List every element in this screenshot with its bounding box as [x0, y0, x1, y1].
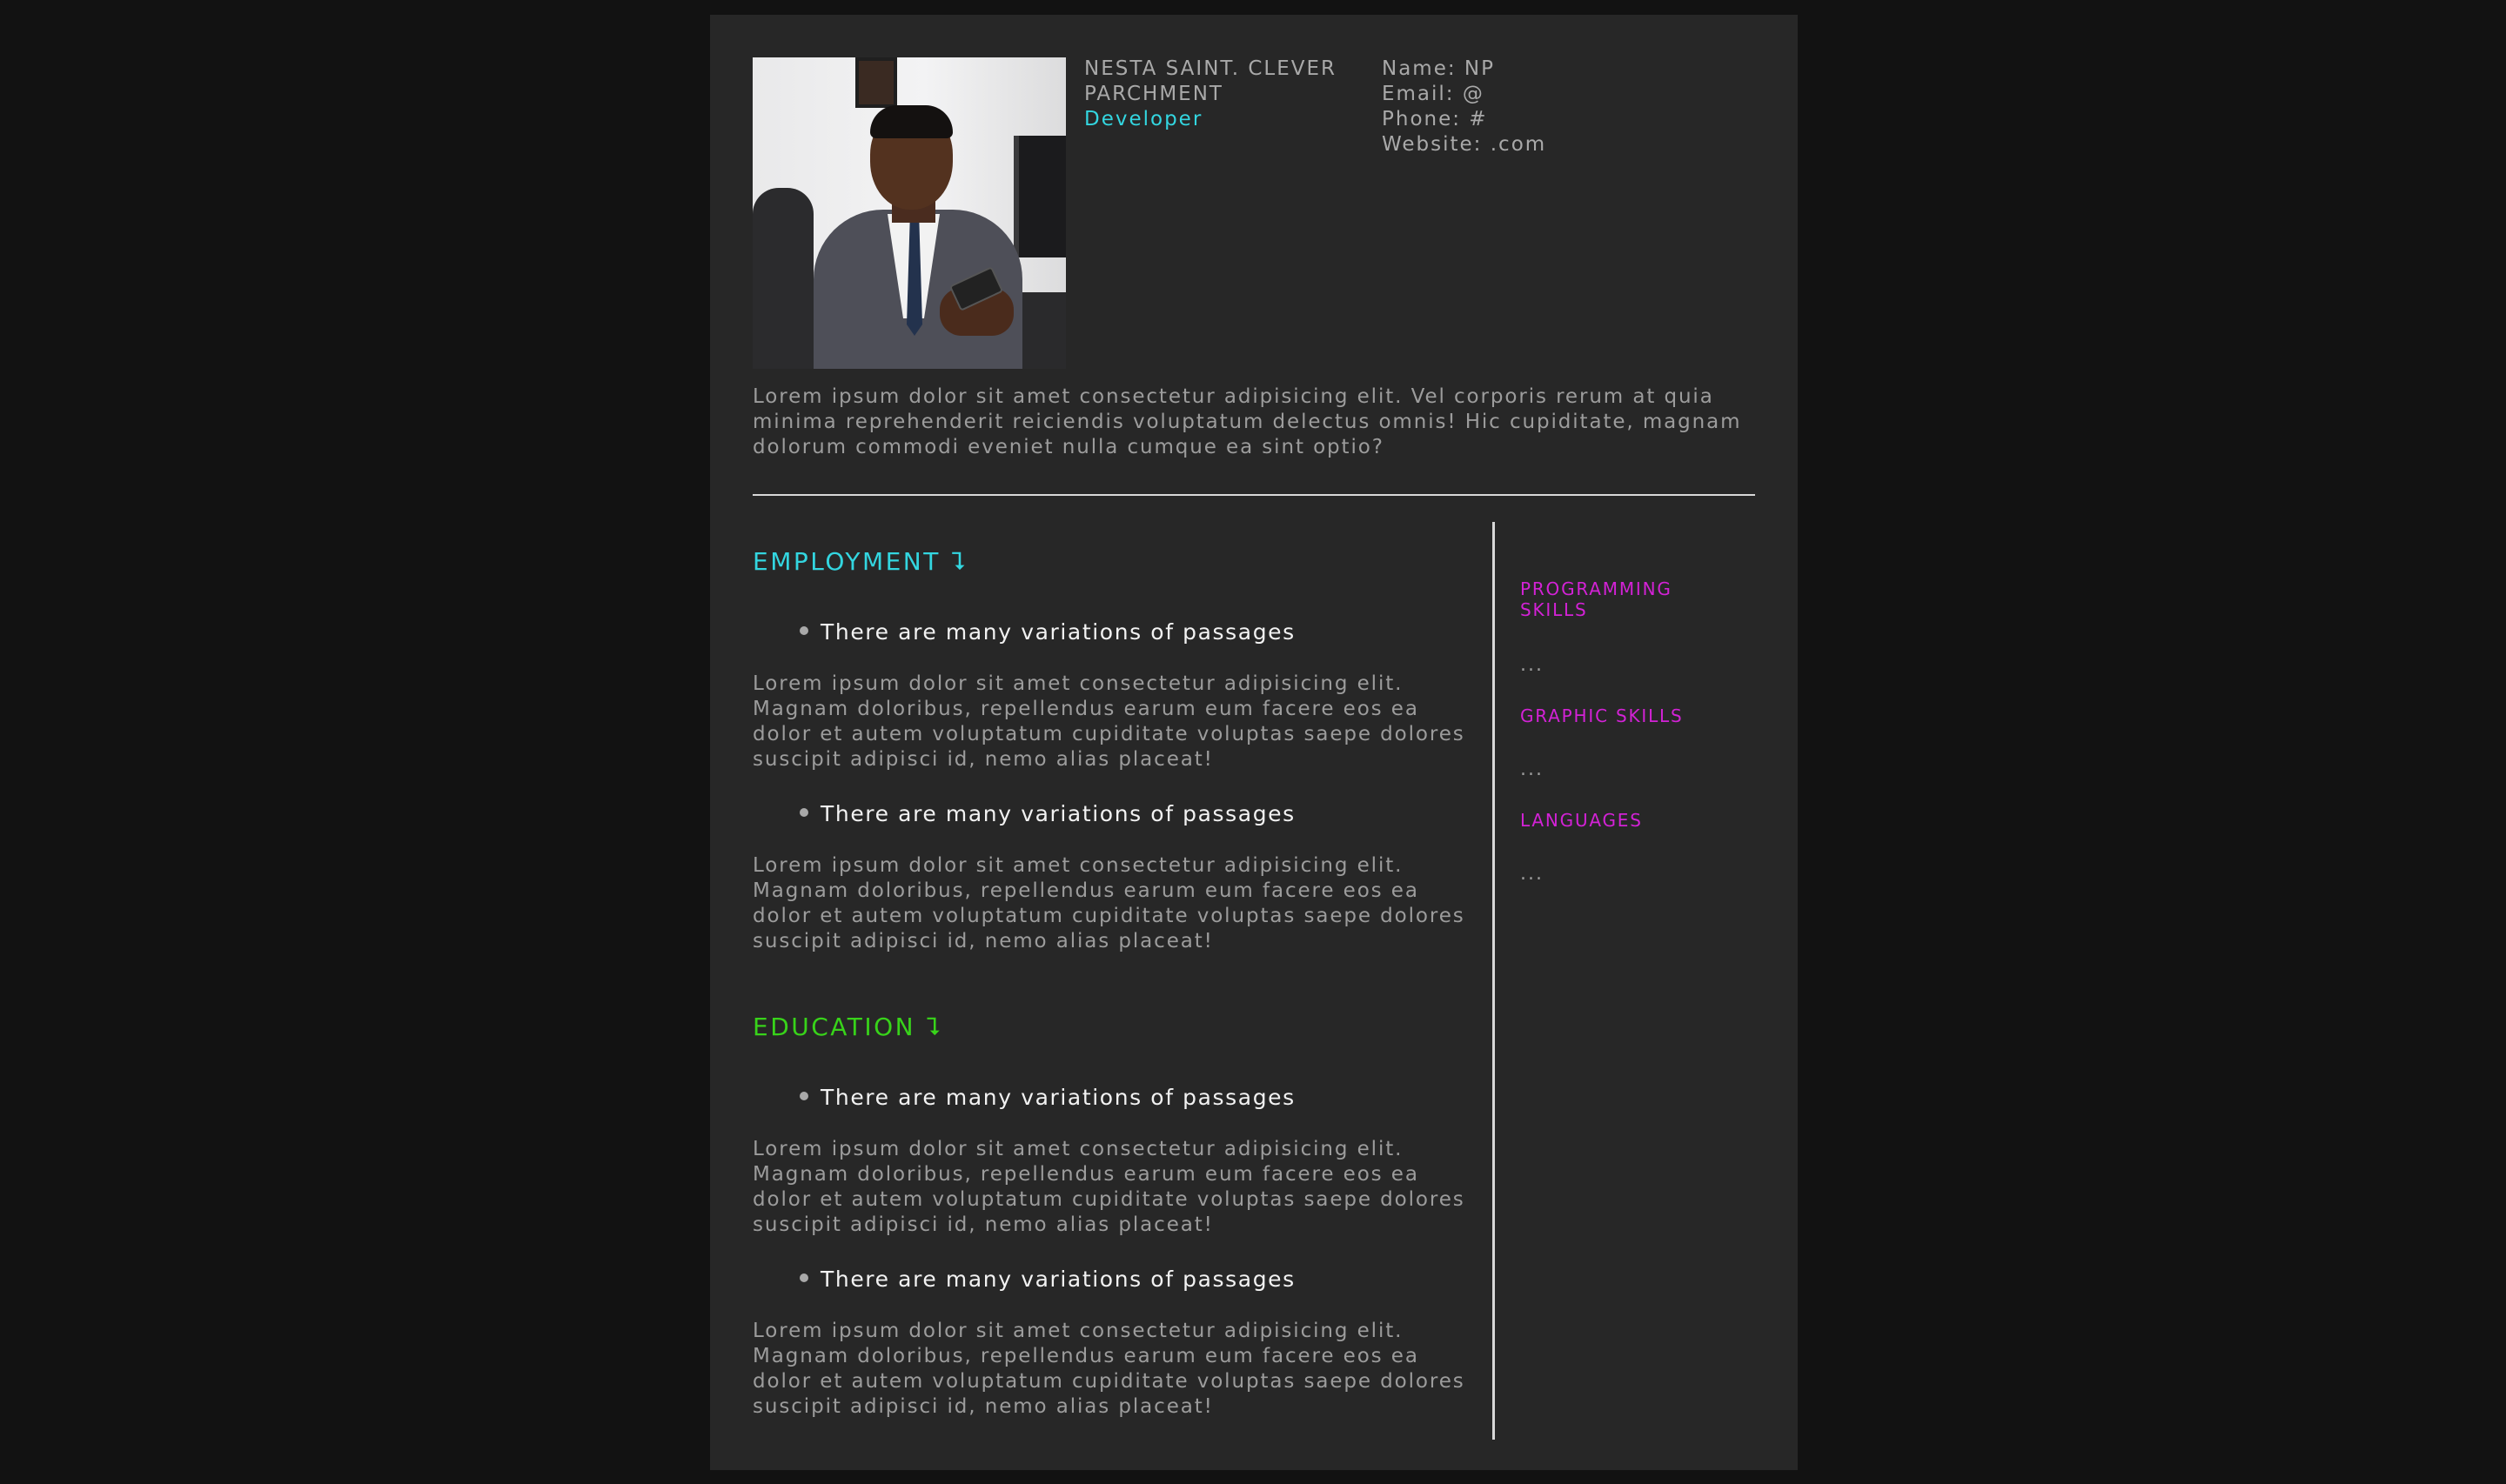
programming-skills-heading: PROGRAMMING SKILLS: [1520, 578, 1672, 620]
employment-item-body: Lorem ipsum dolor sit amet consectetur a…: [753, 854, 1465, 953]
arrow-down-right-icon: ⮧: [950, 547, 968, 576]
arrow-down-right-icon: ⮧: [926, 1013, 943, 1041]
employment-item-title: There are many variations of passages: [800, 801, 1296, 826]
contact-phone: Phone: #: [1382, 108, 1488, 130]
full-name-line-1: NESTA SAINT. CLEVER: [1084, 57, 1337, 80]
section-divider: [753, 494, 1755, 496]
graphic-skills-heading: GRAPHIC SKILLS: [1520, 705, 1684, 726]
employment-item-body: Lorem ipsum dolor sit amet consectetur a…: [753, 672, 1465, 771]
bullet-icon: [800, 1273, 808, 1282]
employment-heading-label: EMPLOYMENT: [753, 547, 941, 576]
bullet-icon: [800, 808, 808, 817]
education-heading-label: EDUCATION: [753, 1013, 916, 1041]
photo-background-monitor: [1014, 136, 1066, 257]
education-item-title-text: There are many variations of passages: [821, 1267, 1296, 1292]
photo-hair: [870, 105, 953, 138]
profile-summary: Lorem ipsum dolor sit amet consectetur a…: [753, 385, 1742, 458]
contact-website: Website: .com: [1382, 133, 1547, 156]
photo-chair: [753, 188, 814, 369]
employment-item-title-text: There are many variations of passages: [821, 619, 1296, 645]
employment-heading: EMPLOYMENT ⮧: [753, 547, 968, 577]
employment-item-title: There are many variations of passages: [800, 619, 1296, 645]
languages-value: ...: [1520, 863, 1544, 885]
photo-background-frame: [855, 57, 897, 108]
languages-heading: LANGUAGES: [1520, 810, 1643, 831]
programming-skills-value: ...: [1520, 654, 1544, 676]
contact-block: Name: NP Email: @ Phone: # Website: .com: [1382, 57, 1765, 157]
graphic-skills-value: ...: [1520, 759, 1544, 780]
bullet-icon: [800, 1092, 808, 1100]
bullet-icon: [800, 626, 808, 635]
education-item-title-text: There are many variations of passages: [821, 1085, 1296, 1110]
education-item-body: Lorem ipsum dolor sit amet consectetur a…: [753, 1138, 1465, 1236]
column-divider: [1492, 522, 1495, 1440]
education-heading: EDUCATION ⮧: [753, 1013, 942, 1042]
resume-page: NESTA SAINT. CLEVER PARCHMENT Developer …: [710, 15, 1798, 1470]
profile-photo: [753, 57, 1066, 369]
job-title: Developer: [1084, 108, 1203, 130]
contact-email: Email: @: [1382, 83, 1484, 105]
contact-name: Name: NP: [1382, 57, 1495, 80]
full-name-line-2: PARCHMENT: [1084, 83, 1223, 105]
education-item-title: There are many variations of passages: [800, 1085, 1296, 1110]
education-item-body: Lorem ipsum dolor sit amet consectetur a…: [753, 1320, 1465, 1418]
name-block: NESTA SAINT. CLEVER PARCHMENT Developer: [1084, 57, 1371, 132]
education-item-title: There are many variations of passages: [800, 1267, 1296, 1292]
employment-item-title-text: There are many variations of passages: [821, 801, 1296, 826]
